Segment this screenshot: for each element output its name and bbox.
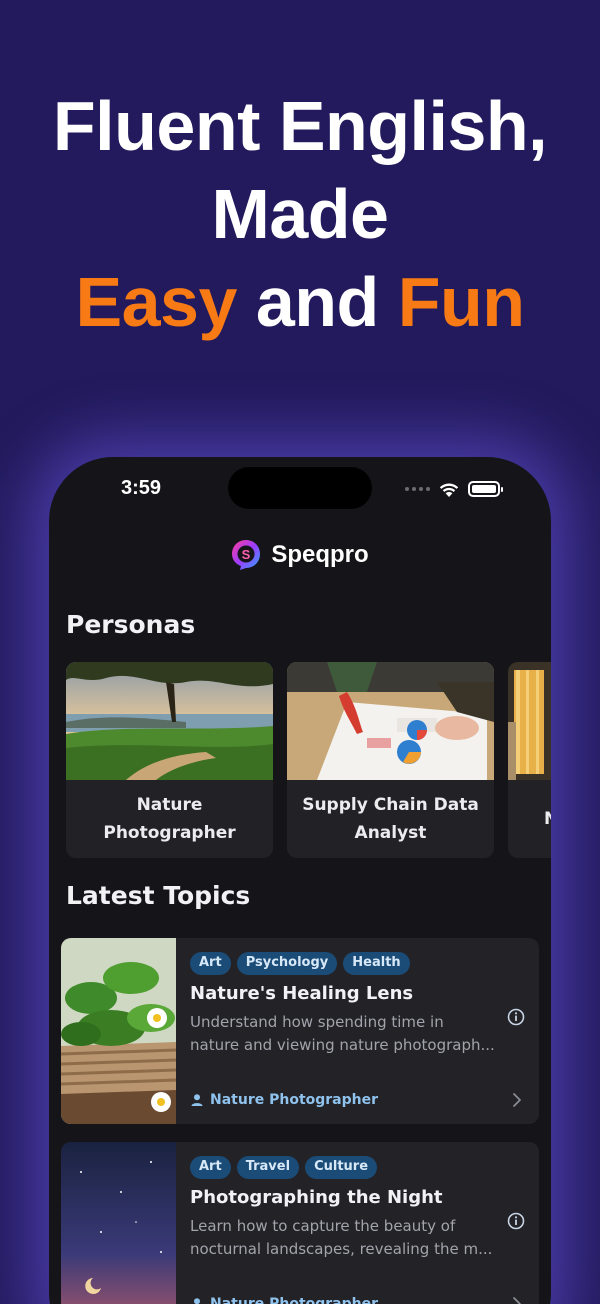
- battery-icon: [468, 481, 503, 497]
- headline-accent-fun: Fun: [397, 263, 525, 341]
- persona-label: Supply Chain Data Analyst: [302, 795, 479, 843]
- dynamic-island: [228, 467, 372, 509]
- hero-headline: Fluent English, Made Easy and Fun: [0, 82, 600, 346]
- headline-middle: and: [236, 263, 398, 341]
- app-name: Speqpro: [271, 541, 369, 568]
- personas-heading: Personas: [66, 610, 196, 639]
- chevron-right-icon[interactable]: [511, 1092, 523, 1108]
- person-icon: [194, 1298, 200, 1304]
- wifi-icon: [439, 483, 459, 497]
- persona-card-partial[interactable]: N: [508, 662, 551, 858]
- chevron-right-icon[interactable]: [511, 1296, 523, 1304]
- phone-frame: 3:59 S Speqpro Personas Nature Photograp…: [49, 457, 551, 1304]
- persona-card-supply-chain-data-analyst[interactable]: Supply Chain Data Analyst: [287, 662, 494, 858]
- topic-persona-link[interactable]: Nature Photographer: [190, 1296, 378, 1304]
- topic-persona-link[interactable]: Nature Photographer: [190, 1092, 378, 1108]
- topic-image-herbs: [61, 938, 176, 1124]
- tag[interactable]: Art: [190, 952, 231, 975]
- headline-line-2: Made: [211, 175, 389, 253]
- persona-label: Nature Photographer: [103, 795, 236, 843]
- cellular-signal-icon: [405, 487, 430, 491]
- topic-body: Art Psychology Health Nature's Healing L…: [190, 952, 530, 1057]
- personas-carousel[interactable]: Nature Photographer Supply Chain Data An…: [66, 662, 551, 860]
- tag[interactable]: Travel: [236, 1156, 300, 1179]
- topic-title: Nature's Healing Lens: [190, 983, 414, 1004]
- topic-tags: Art Psychology Health: [190, 952, 530, 975]
- topic-persona-name: Nature Photographer: [210, 1092, 379, 1108]
- topic-persona-name: Nature Photographer: [210, 1296, 379, 1304]
- topic-card[interactable]: Art Psychology Health Nature's Healing L…: [61, 938, 539, 1124]
- app-screen: 3:59 S Speqpro Personas Nature Photograp…: [49, 457, 551, 1304]
- status-time: 3:59: [121, 477, 162, 499]
- topic-image-night-sky: [61, 1142, 176, 1304]
- headline-accent-easy: Easy: [75, 263, 237, 341]
- topic-description: Understand how spending time in nature a…: [190, 1013, 495, 1054]
- latest-topics-heading: Latest Topics: [66, 881, 251, 910]
- headline-line-1: Fluent English,: [52, 87, 548, 165]
- info-icon[interactable]: [507, 1008, 525, 1026]
- persona-image-partial: [508, 662, 551, 780]
- persona-card-nature-photographer[interactable]: Nature Photographer: [66, 662, 273, 858]
- topic-title: Photographing the Night: [190, 1187, 443, 1208]
- info-icon[interactable]: [507, 1212, 525, 1230]
- persona-label: N: [508, 780, 551, 858]
- topic-card[interactable]: Art Travel Culture Photographing the Nig…: [61, 1142, 539, 1304]
- persona-image-nature: [66, 662, 273, 780]
- persona-image-analyst: [287, 662, 494, 780]
- speqpro-logo-icon: S: [232, 540, 261, 570]
- tag[interactable]: Health: [343, 952, 410, 975]
- headline-line-3: Easy and Fun: [0, 258, 600, 346]
- tag[interactable]: Psychology: [236, 952, 338, 975]
- topic-body: Art Travel Culture Photographing the Nig…: [190, 1156, 530, 1261]
- app-header: S Speqpro: [49, 539, 551, 571]
- svg-text:S: S: [242, 547, 251, 562]
- topic-tags: Art Travel Culture: [190, 1156, 530, 1179]
- status-icons: [405, 479, 503, 499]
- tag[interactable]: Culture: [305, 1156, 378, 1179]
- person-icon: [191, 1094, 203, 1106]
- topic-description: Learn how to capture the beauty of noctu…: [190, 1217, 493, 1258]
- tag[interactable]: Art: [190, 1156, 231, 1179]
